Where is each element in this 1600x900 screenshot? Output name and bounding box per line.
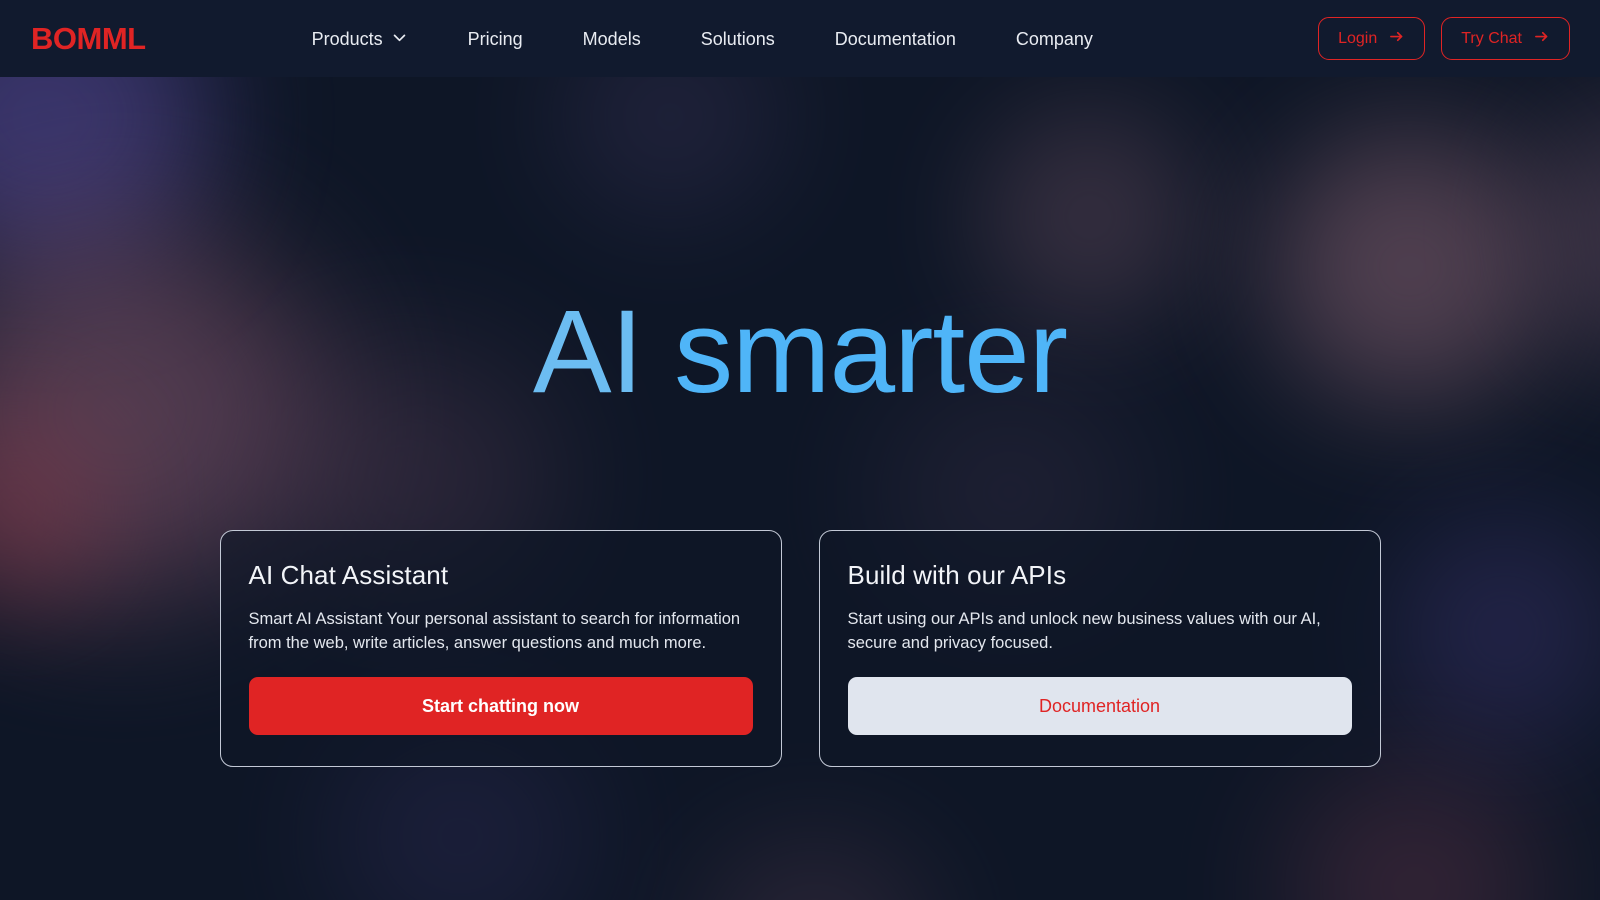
login-button[interactable]: Login xyxy=(1318,17,1426,60)
page-title-part-2: smarter xyxy=(674,286,1068,418)
start-chatting-button[interactable]: Start chatting now xyxy=(248,677,753,736)
header-actions: Login Try Chat xyxy=(1318,17,1570,60)
chevron-down-icon xyxy=(391,29,408,49)
arrow-right-icon xyxy=(1388,29,1405,48)
feature-cards: AI Chat Assistant Smart AI Assistant You… xyxy=(0,530,1600,768)
main-navigation: Products Pricing Models Solutions Docume… xyxy=(312,29,1123,49)
landing-page: BOMML Products Pricing Models Solutions xyxy=(0,0,1600,900)
nav-item-models[interactable]: Models xyxy=(553,30,671,48)
site-header: BOMML Products Pricing Models Solutions xyxy=(0,0,1600,77)
gradient-blob xyxy=(700,837,930,900)
page-title: AI smarter xyxy=(0,293,1600,411)
nav-item-label: Products xyxy=(311,28,383,49)
logo[interactable]: BOMML xyxy=(31,23,146,54)
card-build-with-apis: Build with our APIs Start using our APIs… xyxy=(818,530,1381,768)
nav-item-label: Pricing xyxy=(467,28,523,49)
nav-item-label: Solutions xyxy=(700,28,775,49)
page-title-part-1: AI xyxy=(532,286,675,418)
card-description: Start using our APIs and unlock new busi… xyxy=(847,609,1321,652)
nav-item-documentation[interactable]: Documentation xyxy=(805,30,986,48)
card-title: AI Chat Assistant xyxy=(248,560,449,590)
nav-item-solutions[interactable]: Solutions xyxy=(671,30,805,48)
arrow-right-icon xyxy=(1533,29,1550,48)
hero-section: AI smarter xyxy=(0,77,1600,411)
gradient-blob xyxy=(1290,767,1540,900)
nav-item-label: Documentation xyxy=(834,28,956,49)
try-chat-button-label: Try Chat xyxy=(1461,29,1522,47)
nav-item-products[interactable]: Products xyxy=(312,29,438,49)
login-button-label: Login xyxy=(1338,29,1378,47)
nav-item-company[interactable]: Company xyxy=(986,30,1123,48)
card-title: Build with our APIs xyxy=(847,560,1067,590)
nav-item-label: Models xyxy=(582,28,641,49)
nav-item-pricing[interactable]: Pricing xyxy=(438,30,553,48)
documentation-button[interactable]: Documentation xyxy=(847,677,1352,736)
try-chat-button[interactable]: Try Chat xyxy=(1441,17,1570,60)
card-description: Smart AI Assistant Your personal assista… xyxy=(248,609,741,652)
card-ai-chat-assistant: AI Chat Assistant Smart AI Assistant You… xyxy=(219,530,782,768)
nav-item-label: Company xyxy=(1015,28,1093,49)
